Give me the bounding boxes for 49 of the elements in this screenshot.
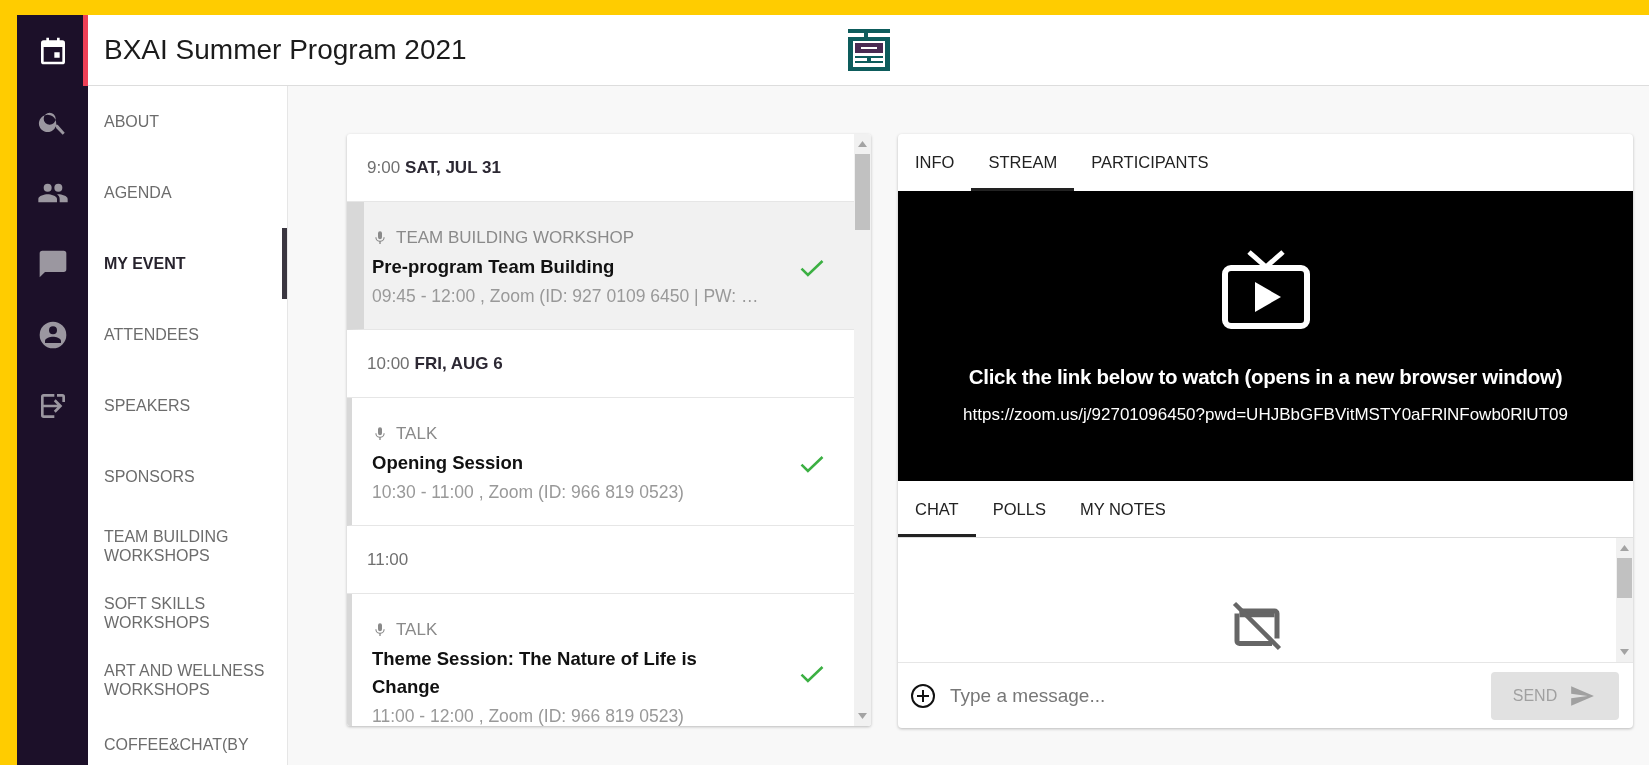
nav-item[interactable]: AGENDA [88,157,287,228]
scrollbar[interactable] [854,134,871,726]
scroll-thumb[interactable] [855,154,870,230]
category-label: TALK [396,424,438,444]
stream-link[interactable]: https://zoom.us/j/92701096450?pwd=UHJBbGFBVitMSTY0aFRlNFowb0RlUT09 [963,405,1568,425]
tab[interactable]: PARTICIPANTS [1074,134,1226,191]
agenda-item[interactable]: TALK Opening Session 10:30 - 11:00 , Zoom (ID: 966 819 0523) [347,398,854,526]
date-label: SAT, JUL 31 [405,157,501,178]
microphone-icon [372,426,388,442]
tab[interactable]: CHAT [898,481,976,537]
tab[interactable]: MY NOTES [1062,481,1183,537]
nav-item[interactable]: SPONSORS [88,441,287,512]
app-title: BXAI Summer Program 2021 [104,34,468,66]
nav-item[interactable]: TEAM BUILDING WORKSHOPS [88,512,287,579]
tab[interactable]: INFO [898,134,972,191]
agenda-item[interactable]: TALK Theme Session: The Nature of Life is Change 11:00 - 12:00 , Zoom (ID: 966 819 0523) [347,594,854,726]
tab[interactable]: POLLS [975,481,1063,537]
category-label: TALK [396,620,438,640]
stream-message: Click the link below to watch (opens in a new browser window) [968,365,1563,389]
nav-item[interactable]: SOFT SKILLS WORKSHOPS [88,579,287,646]
date-label: FRI, AUG 6 [414,353,503,374]
scroll-down-icon[interactable] [858,713,867,719]
event-title: Theme Session: The Nature of Life is Change [372,647,698,699]
scroll-down-icon[interactable] [1620,649,1629,655]
event-details: 10:30 - 11:00 , Zoom (ID: 966 819 0523) [372,482,685,503]
nav-item[interactable]: COFFEE&CHAT(BY [88,713,287,765]
event-details: 11:00 - 12:00 , Zoom (ID: 966 819 0523) [372,706,685,726]
event-title: Opening Session [372,451,525,475]
tv-play-icon [1221,250,1310,329]
nav-item[interactable]: ART AND WELLNESS WORKSHOPS [88,646,287,713]
scroll-up-icon[interactable] [1620,545,1629,551]
message-field[interactable]: Type a message... [948,683,1479,708]
microphone-icon [372,622,388,638]
nav-item[interactable]: SPEAKERS [88,370,287,441]
scrollbar[interactable] [1616,538,1633,662]
scroll-thumb[interactable] [1617,558,1632,598]
time-label: 9:00 [367,157,401,178]
scroll-up-icon[interactable] [858,141,867,147]
time-label: 11:00 [367,549,409,570]
event-details: 09:45 - 12:00 , Zoom (ID: 927 0109 6450 | PW: … [372,286,760,307]
add-icon[interactable] [910,682,936,709]
microphone-icon [372,230,388,246]
agenda-item[interactable]: TEAM BUILDING WORKSHOP Pre-program Team Building 09:45 - 12:00 , Zoom (ID: 927 0109 6450 | PW: … [347,202,854,330]
nav-item[interactable]: ATTENDEES [88,299,287,370]
event-title: Pre-program Team Building [372,255,616,279]
time-label: 10:00 [367,353,410,374]
category-label: TEAM BUILDING WORKSHOP [396,228,635,248]
logo-icon [846,27,892,73]
nav-item[interactable]: ABOUT [88,86,287,157]
